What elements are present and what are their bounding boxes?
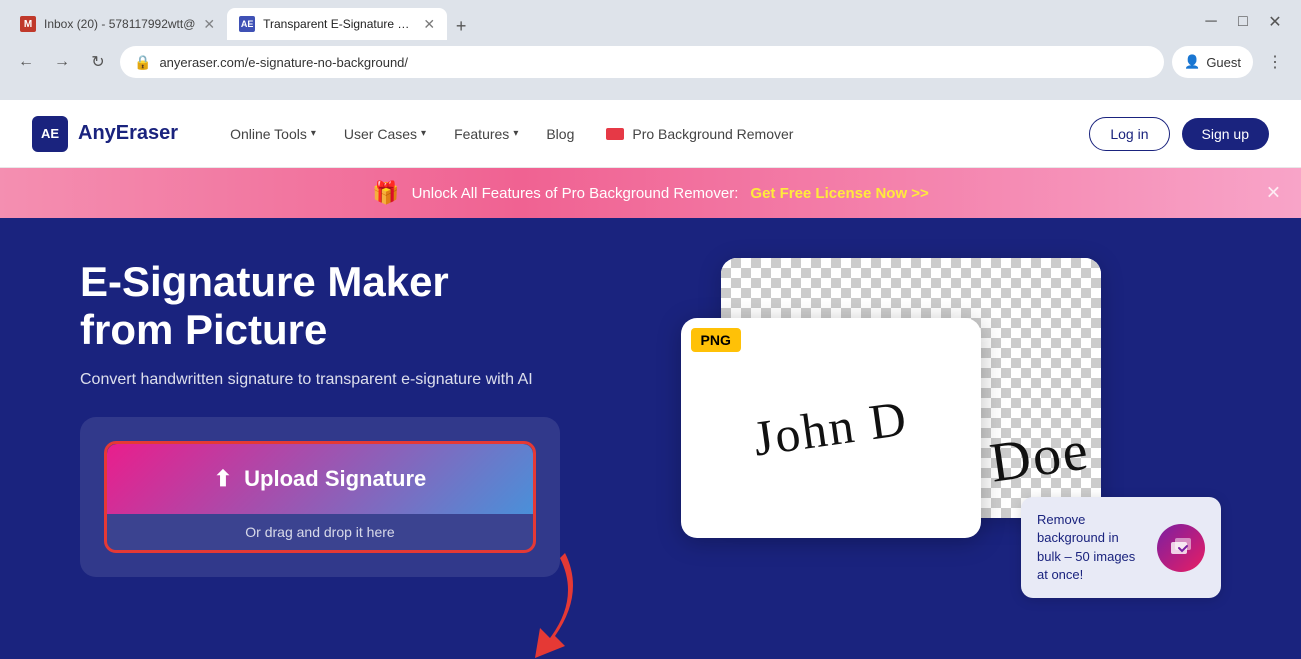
nav-buttons: Log in Sign up [1089,117,1269,151]
anyeraser-favicon: AE [239,16,255,32]
maximize-button[interactable]: □ [1229,8,1257,36]
website: AE AnyEraser Online Tools ▾ User Cases ▾… [0,100,1301,659]
signup-button[interactable]: Sign up [1182,118,1269,150]
back-button[interactable]: ← [12,48,40,76]
browser-toolbar: ← → ↻ 🔒 anyeraser.com/e-signature-no-bac… [0,40,1301,84]
nav-online-tools[interactable]: Online Tools ▾ [218,118,328,150]
nav-links: Online Tools ▾ User Cases ▾ Features ▾ B… [218,118,1089,150]
features-label: Features [454,126,509,142]
online-tools-label: Online Tools [230,126,307,142]
user-cases-label: User Cases [344,126,417,142]
arrow-indicator [470,538,590,659]
window-controls: ─ □ ✕ [1197,4,1301,36]
hero-section: E-Signature Maker from Picture Convert h… [0,218,1301,659]
bulk-processing-badge: Remove background in bulk – 50 images at… [1021,497,1221,598]
hero-right: John Doe PNG John D Remove background in… [681,258,1222,638]
user-cases-chevron: ▾ [421,128,426,139]
profile-button[interactable]: 👤 Guest [1172,46,1253,78]
gift-icon: 🎁 [372,180,399,206]
login-button[interactable]: Log in [1089,117,1169,151]
browser-tabs: M Inbox (20) - 578117992wtt@ ✕ AE Transp… [0,0,1197,40]
nav-pro-bg-remover[interactable]: Pro Background Remover [590,118,809,150]
logo-icon: AE [32,116,68,152]
tab-title-anyeraser: Transparent E-Signature Mak... [263,17,415,31]
banner-text: Unlock All Features of Pro Background Re… [412,185,739,202]
bulk-badge-text: Remove background in bulk – 50 images at… [1037,511,1145,584]
hero-title-line2: from Picture [80,306,327,353]
add-tab-button[interactable]: + [447,12,475,40]
forward-button[interactable]: → [48,48,76,76]
png-badge: PNG [691,328,741,352]
upload-signature-button[interactable]: ⬆ Upload Signature [107,444,533,514]
pro-icon [606,128,624,140]
refresh-button[interactable]: ↻ [84,48,112,76]
lock-icon: 🔒 [134,54,151,71]
upload-button-label: Upload Signature [244,466,426,492]
tab-title-gmail: Inbox (20) - 578117992wtt@ [44,17,195,31]
address-bar[interactable]: 🔒 anyeraser.com/e-signature-no-backgroun… [120,46,1164,78]
address-text: anyeraser.com/e-signature-no-background/ [159,55,1150,70]
tab-close-gmail[interactable]: ✕ [203,16,215,33]
close-button[interactable]: ✕ [1261,8,1289,36]
profile-icon: 👤 [1184,54,1200,70]
nav-features[interactable]: Features ▾ [442,118,530,150]
promo-banner: 🎁 Unlock All Features of Pro Background … [0,168,1301,218]
browser-tab-anyeraser[interactable]: AE Transparent E-Signature Mak... ✕ [227,8,447,40]
logo[interactable]: AE AnyEraser [32,116,178,152]
signature-text-white: John D [750,388,912,467]
upload-box-inner: ⬆ Upload Signature Or drag and drop it h… [104,441,536,553]
hero-subtitle: Convert handwritten signature to transpa… [80,371,621,389]
hero-title-line1: E-Signature Maker [80,258,449,305]
site-navigation: AE AnyEraser Online Tools ▾ User Cases ▾… [0,100,1301,168]
upload-icon: ⬆ [214,466,232,492]
browser-tab-gmail[interactable]: M Inbox (20) - 578117992wtt@ ✕ [8,8,227,40]
online-tools-chevron: ▾ [311,128,316,139]
minimize-button[interactable]: ─ [1197,8,1225,36]
nav-blog[interactable]: Blog [534,118,586,150]
hero-left: E-Signature Maker from Picture Convert h… [80,258,621,577]
features-chevron: ▾ [513,128,518,139]
profile-label: Guest [1206,55,1241,70]
logo-text: AnyEraser [78,122,178,145]
browser-chrome: M Inbox (20) - 578117992wtt@ ✕ AE Transp… [0,0,1301,100]
tab-close-anyeraser[interactable]: ✕ [423,16,435,33]
nav-user-cases[interactable]: User Cases ▾ [332,118,438,150]
hero-title: E-Signature Maker from Picture [80,258,621,355]
browser-menu-button[interactable]: ⋮ [1261,48,1289,76]
gmail-favicon: M [20,16,36,32]
signature-card-white: PNG John D [681,318,981,538]
banner-close-button[interactable]: ✕ [1266,183,1281,204]
banner-link[interactable]: Get Free License Now >> [750,185,928,202]
bulk-icon [1157,524,1205,572]
